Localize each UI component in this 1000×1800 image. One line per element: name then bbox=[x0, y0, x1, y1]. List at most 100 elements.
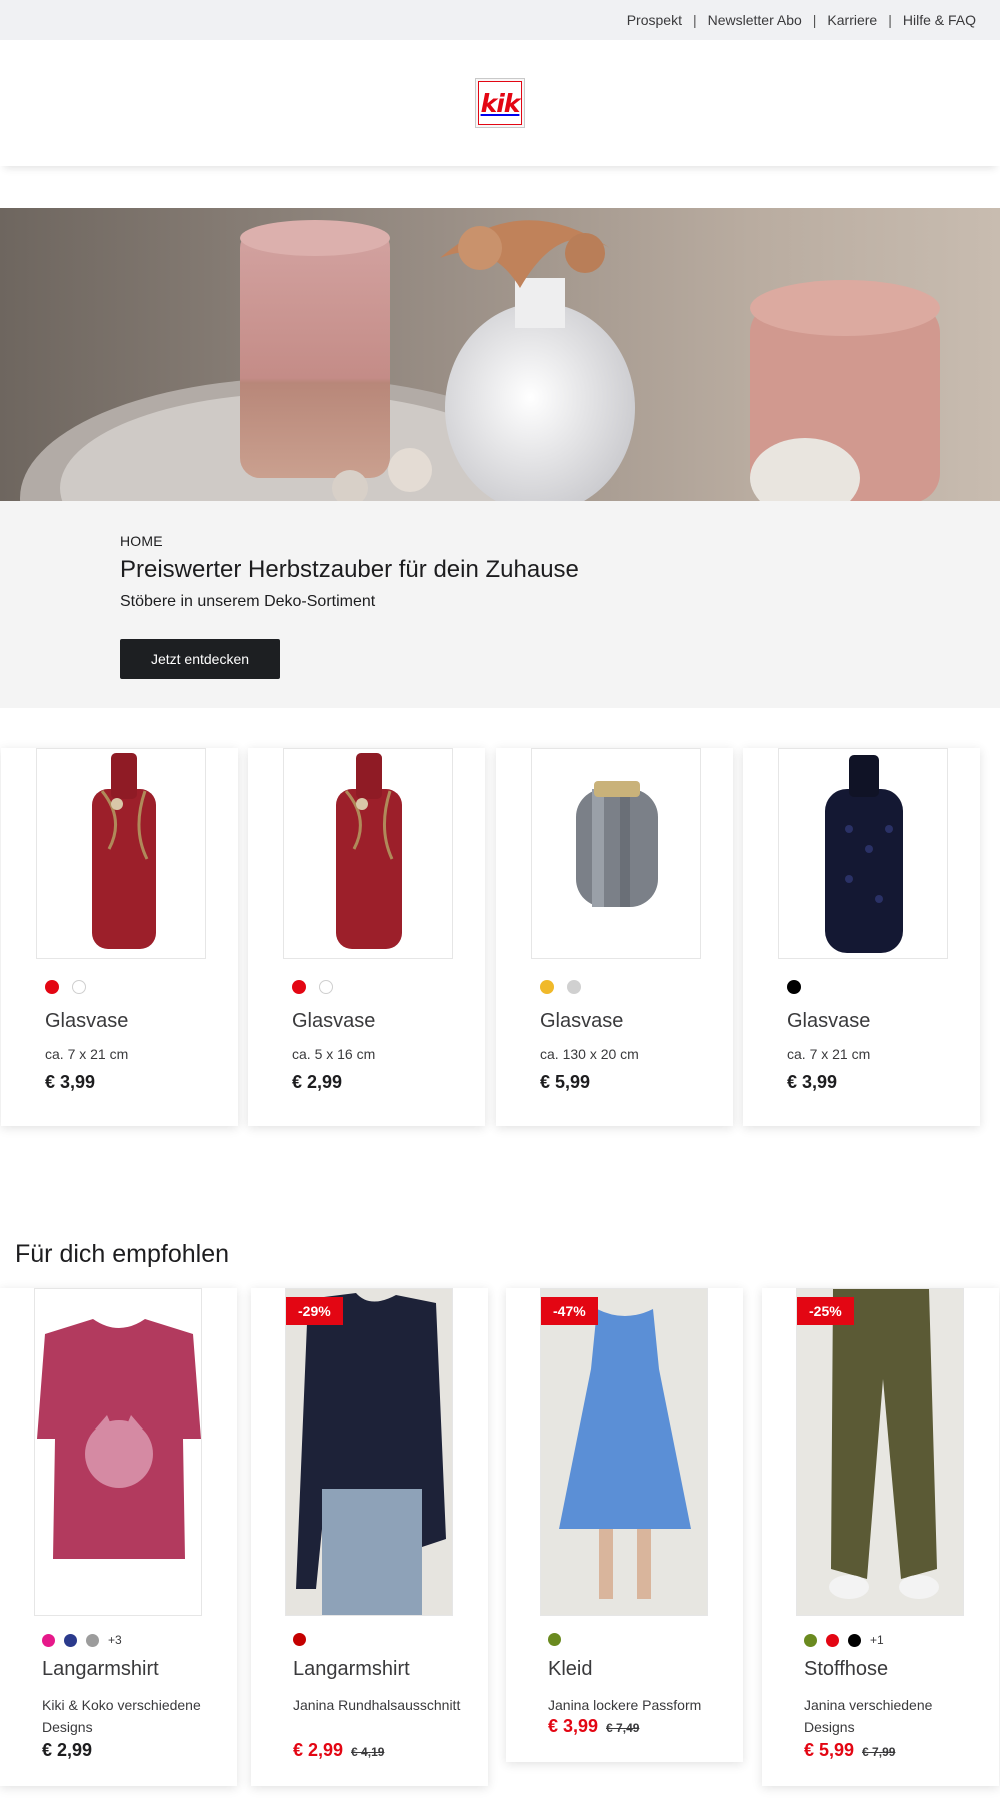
product-price: € 3,99 bbox=[45, 1072, 96, 1092]
sale-price-value: € 2,99 bbox=[293, 1740, 344, 1760]
breadcrumb[interactable]: HOME bbox=[120, 533, 163, 549]
color-swatch[interactable] bbox=[548, 1633, 561, 1646]
color-swatches bbox=[293, 1633, 306, 1646]
hero-photo-illustration bbox=[0, 208, 1000, 501]
more-colors-count[interactable]: +3 bbox=[108, 1633, 122, 1647]
product-card[interactable]: Glasvase ca. 7 x 21 cm € 3,99 bbox=[743, 748, 980, 1126]
sale-price: € 2,99 € 4,19 bbox=[293, 1740, 384, 1761]
sale-price-value: € 5,99 bbox=[804, 1740, 855, 1760]
section-title: Für dich empfohlen bbox=[15, 1240, 230, 1268]
color-swatch[interactable] bbox=[567, 980, 581, 994]
recommendation-card[interactable]: +3 Langarmshirt Kiki & Koko verschiedene… bbox=[0, 1288, 237, 1786]
color-swatch[interactable] bbox=[848, 1633, 861, 1647]
discount-badge: -25% bbox=[797, 1297, 854, 1325]
product-image[interactable] bbox=[531, 748, 701, 959]
red-vase-image bbox=[336, 753, 402, 949]
product-price: € 2,99 bbox=[292, 1072, 343, 1092]
recommendation-card[interactable]: -29% Langarmshirt Janina Rundhalsausschn… bbox=[251, 1288, 488, 1786]
topnav-link-prospekt[interactable]: Prospekt bbox=[627, 12, 682, 28]
color-swatches bbox=[292, 980, 333, 994]
discount-badge: -29% bbox=[286, 1297, 343, 1325]
color-swatch[interactable] bbox=[45, 980, 59, 994]
color-swatch[interactable] bbox=[787, 980, 801, 994]
kik-logo[interactable]: kik bbox=[475, 78, 525, 128]
topnav-link-hilfe[interactable]: Hilfe & FAQ bbox=[903, 12, 976, 28]
product-size: ca. 130 x 20 cm bbox=[540, 1046, 639, 1062]
color-swatch[interactable] bbox=[804, 1633, 817, 1647]
logo-text: kik bbox=[480, 88, 521, 118]
site-header: kik bbox=[0, 40, 1000, 166]
color-swatches: +3 bbox=[42, 1633, 122, 1647]
product-image[interactable] bbox=[778, 748, 948, 959]
product-name[interactable]: Langarmshirt bbox=[42, 1658, 159, 1681]
product-size: ca. 7 x 21 cm bbox=[787, 1046, 871, 1062]
product-name[interactable]: Kleid bbox=[548, 1658, 592, 1681]
topnav-link-karriere[interactable]: Karriere bbox=[827, 12, 877, 28]
product-card[interactable]: Glasvase ca. 5 x 16 cm € 2,99 bbox=[248, 748, 485, 1126]
color-swatch[interactable] bbox=[292, 980, 306, 994]
product-size: ca. 7 x 21 cm bbox=[45, 1046, 129, 1062]
product-name[interactable]: Glasvase bbox=[45, 1010, 128, 1033]
color-swatches bbox=[548, 1633, 561, 1646]
product-image[interactable] bbox=[34, 1288, 202, 1616]
product-image[interactable]: -47% bbox=[540, 1288, 708, 1616]
recommendation-card[interactable]: -25% +1 Stoffhose Janina verschiedene De… bbox=[762, 1288, 999, 1786]
product-image[interactable] bbox=[36, 748, 206, 959]
product-description: Janina verschiedene Designs bbox=[804, 1697, 933, 1735]
color-swatch[interactable] bbox=[86, 1633, 99, 1647]
red-vase-image bbox=[92, 753, 156, 949]
product-description: Janina Rundhalsausschnitt bbox=[293, 1697, 461, 1713]
more-colors-count[interactable]: +1 bbox=[870, 1633, 884, 1647]
topnav-separator: | bbox=[888, 12, 892, 28]
logo-frame: kik bbox=[478, 81, 522, 125]
product-image[interactable]: -25% bbox=[796, 1288, 964, 1616]
color-swatch[interactable] bbox=[72, 980, 86, 994]
product-name[interactable]: Glasvase bbox=[787, 1010, 870, 1033]
product-image[interactable]: -29% bbox=[285, 1288, 453, 1616]
product-price: € 3,99 bbox=[787, 1072, 838, 1092]
discount-badge: -47% bbox=[541, 1297, 598, 1325]
pink-shirt-image bbox=[35, 1289, 201, 1615]
color-swatch[interactable] bbox=[42, 1633, 55, 1647]
topnav-separator: | bbox=[692, 12, 697, 28]
product-description: Kiki & Koko verschiedene Designs bbox=[42, 1697, 201, 1735]
promo-banner: HOME Preiswerter Herbstzauber für dein Z… bbox=[0, 501, 1000, 708]
banner-title: Preiswerter Herbstzauber für dein Zuhaus… bbox=[120, 556, 579, 583]
color-swatch[interactable] bbox=[319, 980, 333, 994]
color-swatch[interactable] bbox=[64, 1633, 77, 1647]
top-utility-bar: Prospekt | Newsletter Abo | Karriere | H… bbox=[0, 0, 1000, 40]
sale-price: € 5,99 € 7,99 bbox=[804, 1740, 895, 1761]
hero-image[interactable] bbox=[0, 208, 1000, 501]
navy-shirt-image bbox=[286, 1289, 452, 1615]
color-swatches bbox=[787, 980, 801, 994]
sale-price: € 3,99 € 7,49 bbox=[548, 1716, 639, 1737]
product-price: € 2,99 bbox=[42, 1740, 93, 1760]
black-vase-image bbox=[825, 755, 903, 953]
sale-price-value: € 3,99 bbox=[548, 1716, 599, 1736]
product-name[interactable]: Glasvase bbox=[292, 1010, 375, 1033]
top-nav: Prospekt | Newsletter Abo | Karriere | H… bbox=[627, 0, 976, 40]
product-price: € 5,99 bbox=[540, 1072, 591, 1092]
discover-button[interactable]: Jetzt entdecken bbox=[120, 639, 280, 679]
olive-pants-image bbox=[797, 1289, 963, 1615]
color-swatches bbox=[45, 980, 86, 994]
color-swatches bbox=[540, 980, 581, 994]
topnav-link-newsletter[interactable]: Newsletter Abo bbox=[708, 12, 802, 28]
blue-dress-image bbox=[541, 1289, 707, 1615]
product-image[interactable] bbox=[283, 748, 453, 959]
product-name[interactable]: Glasvase bbox=[540, 1010, 623, 1033]
color-swatch[interactable] bbox=[540, 980, 554, 994]
old-price: € 7,99 bbox=[862, 1745, 896, 1759]
product-name[interactable]: Stoffhose bbox=[804, 1658, 888, 1681]
old-price: € 7,49 bbox=[606, 1721, 640, 1735]
product-name[interactable]: Langarmshirt bbox=[293, 1658, 410, 1681]
old-price: € 4,19 bbox=[351, 1745, 385, 1759]
product-description: Janina lockere Passform bbox=[548, 1697, 702, 1713]
banner-subtitle: Stöbere in unserem Deko-Sortiment bbox=[120, 593, 376, 610]
color-swatch[interactable] bbox=[293, 1633, 306, 1646]
product-card[interactable]: Glasvase ca. 130 x 20 cm € 5,99 bbox=[496, 748, 733, 1126]
color-swatches: +1 bbox=[804, 1633, 884, 1647]
recommendation-card[interactable]: -47% Kleid Janina lockere Passform € 3,9… bbox=[506, 1288, 743, 1762]
color-swatch[interactable] bbox=[826, 1633, 839, 1647]
product-card[interactable]: Glasvase ca. 7 x 21 cm € 3,99 bbox=[1, 748, 238, 1126]
